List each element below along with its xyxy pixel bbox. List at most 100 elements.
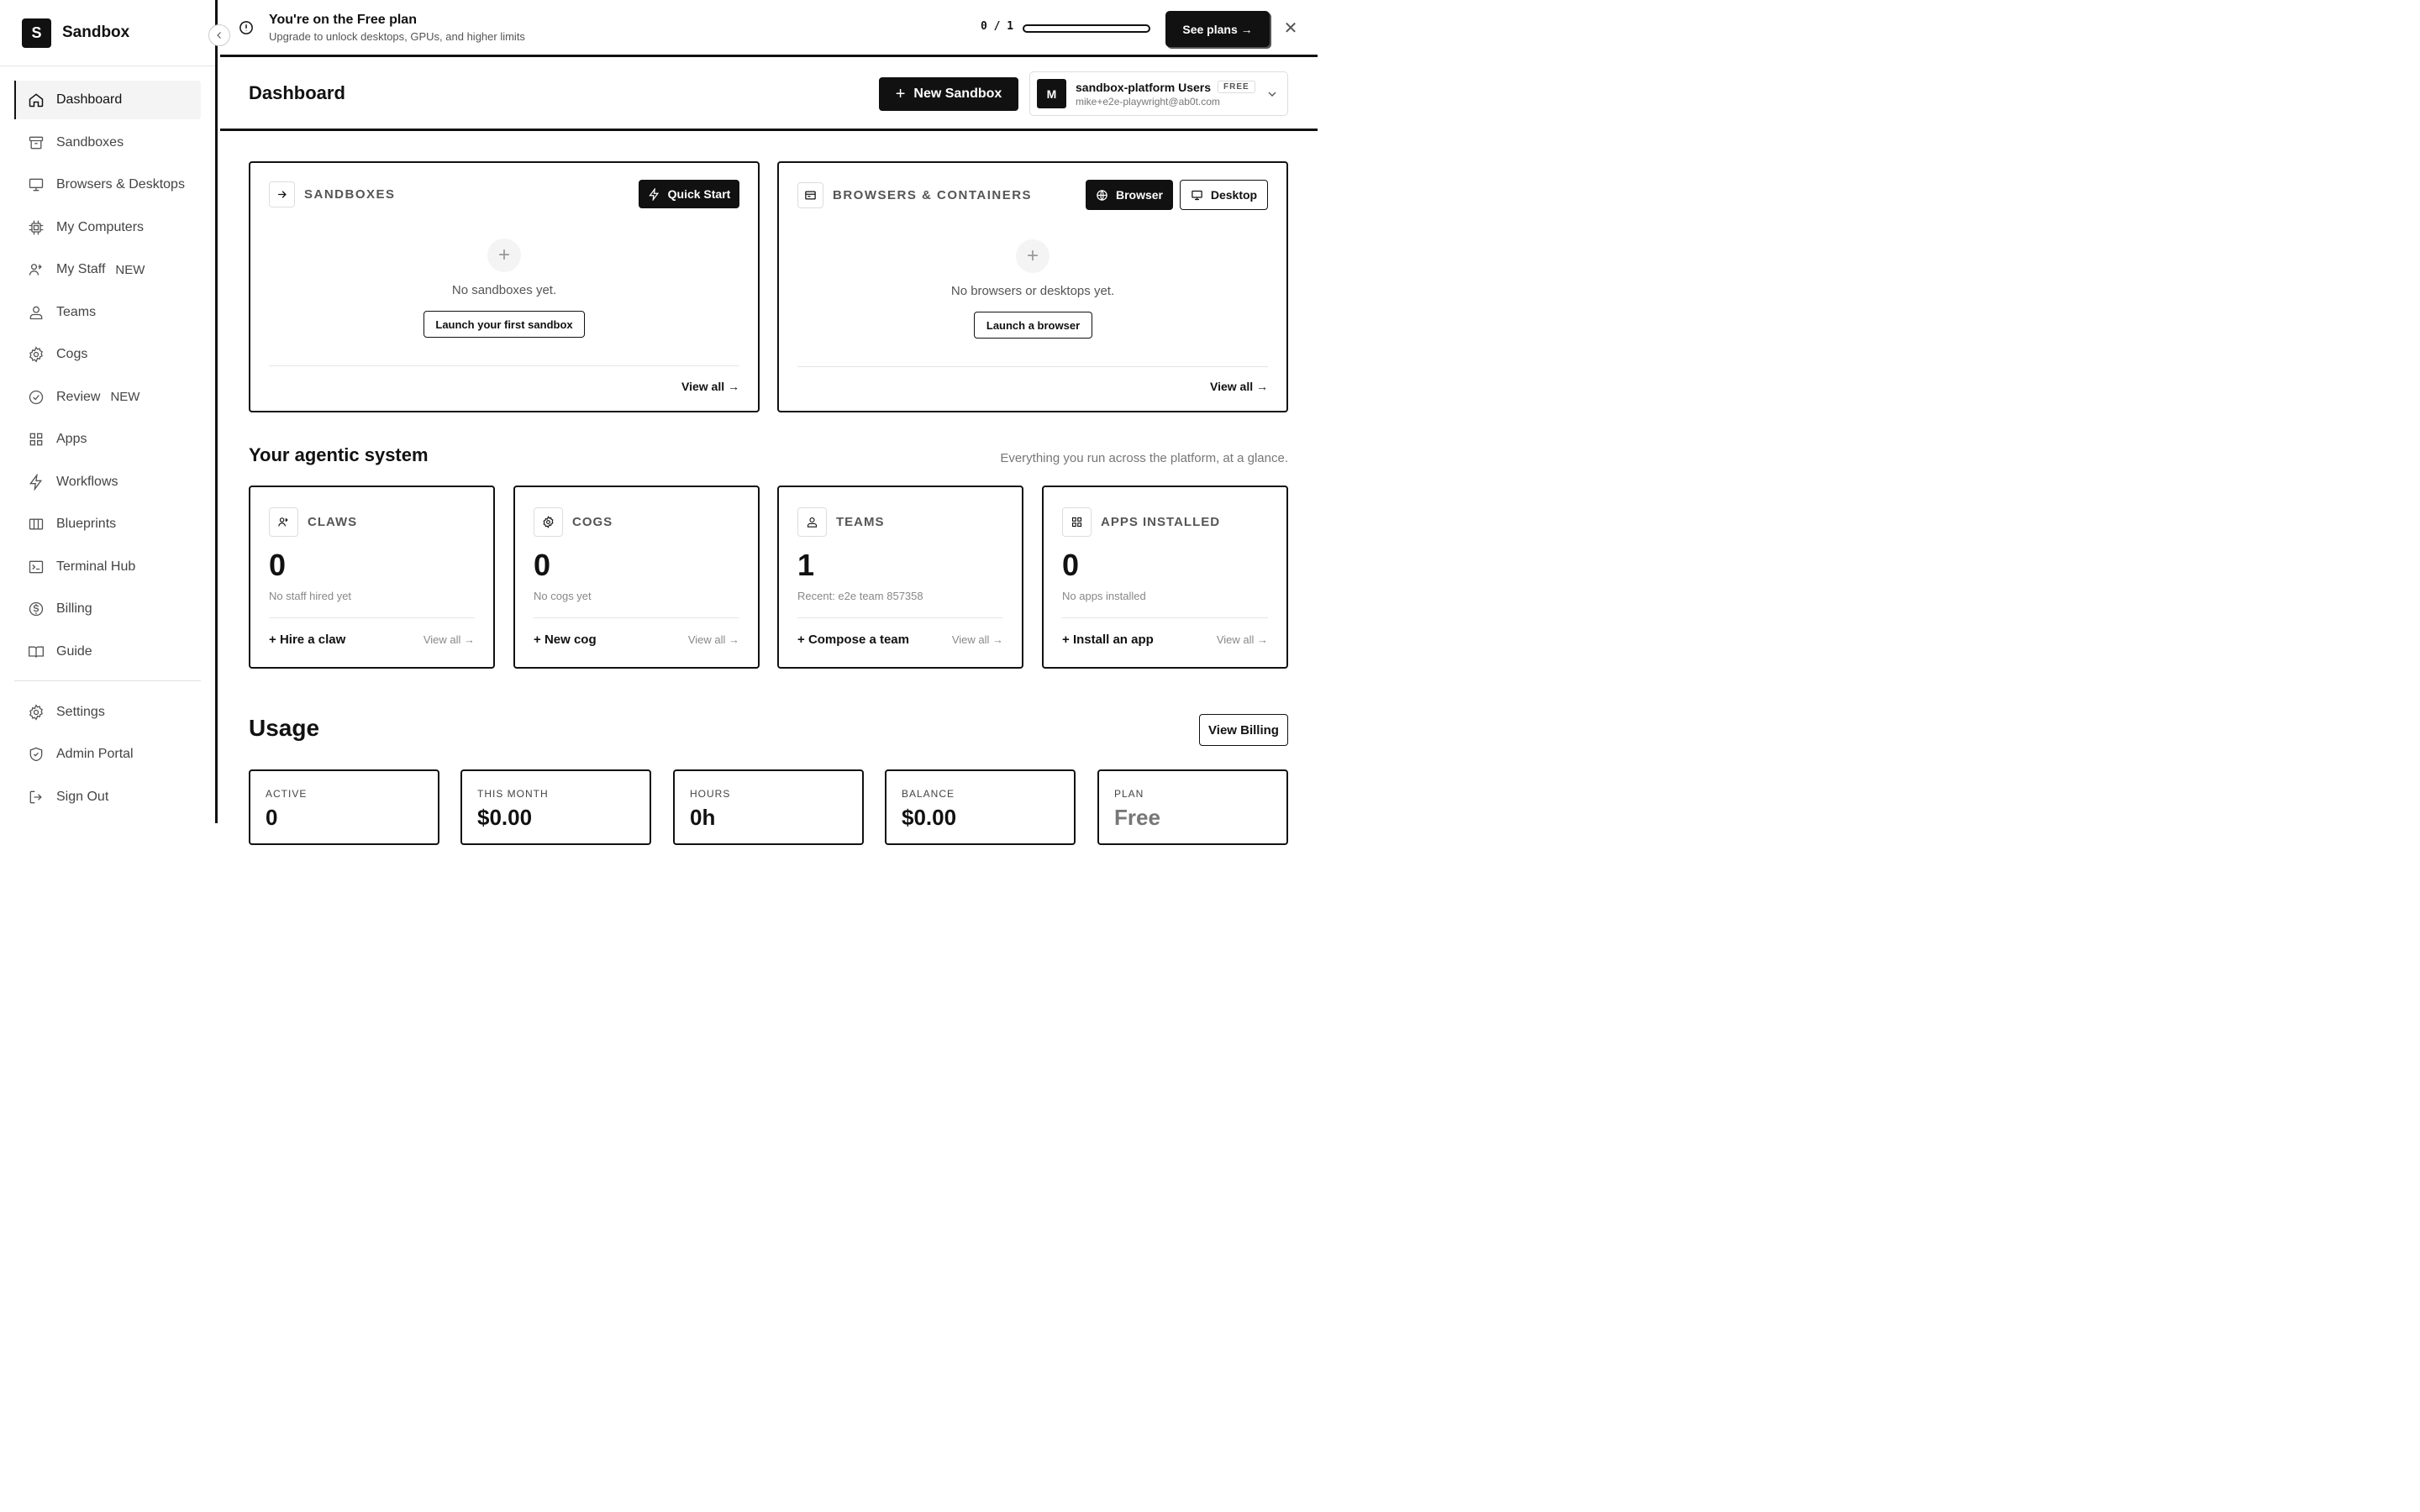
view-all-link[interactable]: View all → [688, 633, 739, 646]
sidebar-item-blueprints[interactable]: Blueprints [14, 505, 201, 543]
compose-team-button[interactable]: + Compose a team [797, 633, 909, 647]
home-icon [28, 92, 45, 108]
usage-label: ACTIVE [266, 788, 308, 800]
apps-installed-card[interactable]: APPS INSTALLED 0 No apps installed + Ins… [1042, 486, 1288, 669]
view-all-link[interactable]: View all → [1210, 380, 1268, 393]
claws-subtext: No staff hired yet [269, 590, 352, 602]
view-all-link[interactable]: View all → [1217, 633, 1268, 646]
claws-title: CLAWS [308, 515, 358, 529]
usage-value: 0h [690, 805, 716, 830]
brand-name: Sandbox [62, 24, 130, 41]
usage-counter: 0 / 1 [981, 20, 1014, 33]
sidebar-item-label: Terminal Hub [56, 559, 136, 574]
usage-card-plan: PLAN Free [1097, 769, 1288, 845]
claws-card[interactable]: CLAWS 0 No staff hired yet + Hire a claw… [249, 486, 495, 669]
teams-card[interactable]: TEAMS 1 Recent: e2e team 857358 + Compos… [777, 486, 1023, 669]
sidebar-item-sign-out[interactable]: Sign Out [14, 778, 201, 816]
quick-start-button[interactable]: Quick Start [639, 180, 739, 208]
usage-card-hours: HOURS 0h [673, 769, 864, 845]
hire-claw-button[interactable]: + Hire a claw [269, 633, 345, 647]
sidebar-item-admin-portal[interactable]: Admin Portal [14, 735, 201, 774]
monitor-icon [1192, 190, 1202, 200]
view-all-link[interactable]: View all → [952, 633, 1003, 646]
teams-subtext: Recent: e2e team 857358 [797, 590, 923, 602]
banner-title: You're on the Free plan [269, 12, 417, 27]
new-sandbox-label: New Sandbox [913, 87, 1002, 101]
browser-button[interactable]: Browser [1086, 180, 1173, 210]
sidebar-item-teams[interactable]: Teams [14, 293, 201, 332]
account-email: mike+e2e-playwright@ab0t.com [1076, 95, 1220, 108]
brand[interactable]: S Sandbox [0, 0, 215, 66]
usage-label: HOURS [690, 788, 731, 800]
claws-count: 0 [269, 548, 287, 582]
sidebar-item-my-computers[interactable]: My Computers [14, 208, 201, 247]
plan-banner: You're on the Free plan Upgrade to unloc… [220, 0, 1318, 57]
plus-icon: + [1062, 633, 1073, 647]
sidebar-nav: Dashboard Sandboxes Browsers & Desktops … [0, 66, 215, 816]
usage-card-balance: BALANCE $0.00 [885, 769, 1076, 845]
install-app-label: Install an app [1072, 633, 1154, 647]
cogs-card[interactable]: COGS 0 No cogs yet + New cog View all → [513, 486, 760, 669]
view-billing-button[interactable]: View Billing [1199, 714, 1288, 746]
sidebar-item-label: My Computers [56, 219, 145, 234]
see-plans-button[interactable]: See plans → [1165, 11, 1270, 47]
card-divider [269, 617, 475, 618]
card-divider [797, 366, 1268, 367]
sidebar-item-cogs[interactable]: Cogs [14, 335, 201, 374]
arrow-right-icon [269, 181, 295, 207]
sidebar-item-my-staff[interactable]: My Staff NEW [14, 250, 201, 289]
sidebar-item-review[interactable]: Review NEW [14, 378, 201, 417]
plus-icon: + [1016, 239, 1050, 273]
sidebar-item-guide[interactable]: Guide [14, 633, 201, 671]
grid-icon [1062, 507, 1092, 537]
apps-count: 0 [1062, 548, 1080, 582]
empty-state-text: No sandboxes yet. [451, 283, 557, 297]
usage-value: $0.00 [902, 805, 957, 830]
quick-start-label: Quick Start [667, 187, 731, 201]
usage-label: BALANCE [902, 788, 955, 800]
install-app-button[interactable]: + Install an app [1062, 633, 1154, 647]
sidebar-item-sandboxes[interactable]: Sandboxes [14, 123, 201, 162]
sidebar-item-terminal-hub[interactable]: Terminal Hub [14, 548, 201, 586]
bolt-icon [28, 473, 45, 491]
browsers-card-title: BROWSERS & CONTAINERS [833, 188, 1033, 202]
new-sandbox-button[interactable]: + New Sandbox [879, 77, 1018, 111]
empty-state-text: No browsers or desktops yet. [950, 284, 1115, 298]
sandboxes-card: SANDBOXES Quick Start + No sandboxes yet… [249, 161, 760, 412]
sidebar-item-label: Review [56, 389, 101, 404]
new-badge: NEW [115, 262, 145, 277]
new-cog-button[interactable]: + New cog [534, 633, 597, 647]
sidebar-item-browsers-desktops[interactable]: Browsers & Desktops [14, 165, 201, 204]
sidebar-item-dashboard[interactable]: Dashboard [14, 81, 201, 119]
usage-section-title: Usage [249, 715, 320, 741]
sidebar-item-label: Workflows [56, 474, 118, 489]
view-all-link[interactable]: View all → [424, 633, 475, 646]
teams-title: TEAMS [836, 515, 885, 529]
card-divider [534, 617, 739, 618]
cogs-subtext: No cogs yet [534, 590, 592, 602]
grid-icon [28, 431, 45, 448]
sidebar-item-settings[interactable]: Settings [14, 693, 201, 732]
banner-subtitle: Upgrade to unlock desktops, GPUs, and hi… [269, 29, 525, 43]
view-all-link[interactable]: View all → [681, 380, 739, 393]
sidebar-item-workflows[interactable]: Workflows [14, 463, 201, 501]
launch-first-sandbox-button[interactable]: Launch your first sandbox [424, 311, 585, 338]
sandboxes-card-title: SANDBOXES [304, 187, 396, 202]
sidebar-item-label: Teams [56, 304, 97, 319]
new-badge: NEW [110, 390, 140, 404]
sidebar-item-apps[interactable]: Apps [14, 420, 201, 459]
shield-icon [28, 746, 45, 763]
staff-icon [269, 507, 298, 537]
sidebar-item-billing[interactable]: Billing [14, 590, 201, 628]
close-icon[interactable]: ✕ [1281, 18, 1300, 38]
usage-card-this-month: THIS MONTH $0.00 [460, 769, 651, 845]
desktop-label: Desktop [1210, 188, 1258, 202]
usage-value: $0.00 [477, 805, 533, 830]
terminal-icon [28, 559, 45, 575]
plan-badge: FREE [1218, 81, 1255, 93]
account-switcher[interactable]: M sandbox-platform Users FREE mike+e2e-p… [1029, 71, 1288, 116]
teams-count: 1 [797, 548, 815, 582]
collapse-sidebar-button[interactable] [208, 24, 230, 46]
desktop-button[interactable]: Desktop [1180, 180, 1268, 210]
launch-browser-button[interactable]: Launch a browser [974, 312, 1092, 339]
